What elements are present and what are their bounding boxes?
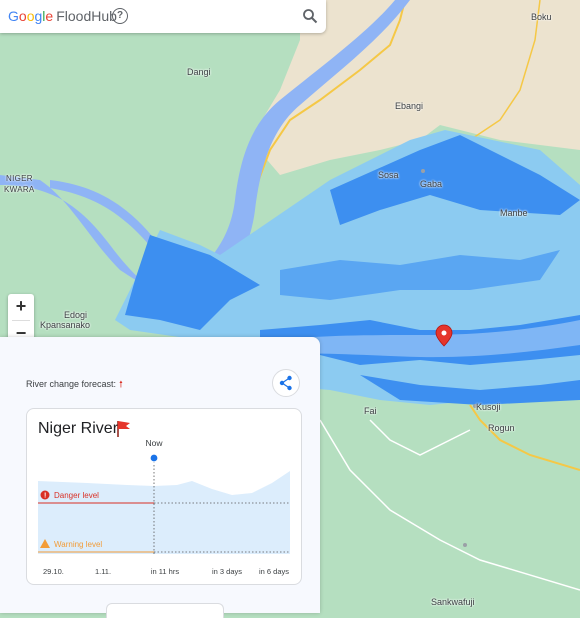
place-label: Dangi (187, 67, 211, 77)
place-label: Sankwafuji (431, 597, 475, 607)
forecast-panel: River change forecast: 🠕 ! Danger level War… (0, 337, 320, 618)
help-circle-icon[interactable]: ? (112, 8, 128, 24)
place-label: Kpansanako (40, 320, 91, 330)
x-tick-label: 1.11. (95, 567, 111, 576)
place-label: Sosa (378, 170, 399, 180)
share-icon (279, 375, 292, 391)
arrow-up-icon: 🠕 (119, 379, 123, 389)
town-dot (463, 543, 467, 547)
x-tick-label: in 11 hrs (151, 567, 179, 576)
town-dot (421, 169, 425, 173)
logo-letter: o (18, 8, 27, 24)
place-label: Rogun (488, 423, 515, 433)
now-label: Now (145, 438, 163, 448)
logo-letter: e (45, 8, 54, 24)
place-label: Boku (531, 12, 552, 22)
zoom-in-button[interactable]: + (8, 294, 34, 320)
region-label: NIGER (6, 174, 33, 183)
logo-letter: G (8, 8, 19, 24)
place-label: Fai (364, 406, 377, 416)
more-details-button[interactable] (106, 603, 224, 618)
place-label: Manbe (500, 208, 528, 218)
search-icon[interactable] (302, 8, 318, 24)
now-marker (149, 453, 159, 463)
danger-icon-mark: ! (44, 493, 46, 500)
logo-product-name: FloodHub (56, 8, 117, 24)
share-button[interactable] (272, 369, 300, 397)
x-tick-label: in 3 days (212, 567, 242, 576)
level-label: Warning level (54, 540, 102, 549)
place-label: Gaba (420, 179, 443, 189)
forecast-label-text: River change forecast: (26, 379, 117, 389)
floodhub-logo[interactable]: Google FloodHub (8, 7, 117, 25)
place-label: Ebangi (395, 101, 424, 111)
red-flag-icon (117, 421, 130, 437)
place-label: Edogi (64, 310, 88, 320)
forecast-label: River change forecast: 🠕 (26, 377, 123, 393)
x-tick-label: in 6 days (259, 567, 289, 576)
search-bar: Google FloodHub ? (0, 0, 326, 33)
x-tick-label: 29.10. (43, 567, 64, 576)
river-title: Niger River (38, 420, 119, 437)
region-label: KWARA (4, 185, 35, 194)
place-label: Kusoji (476, 402, 501, 412)
river-card[interactable]: ! Danger level Warning level Now 29.10. 1.11.… (26, 408, 302, 585)
level-label: Danger level (54, 491, 99, 500)
